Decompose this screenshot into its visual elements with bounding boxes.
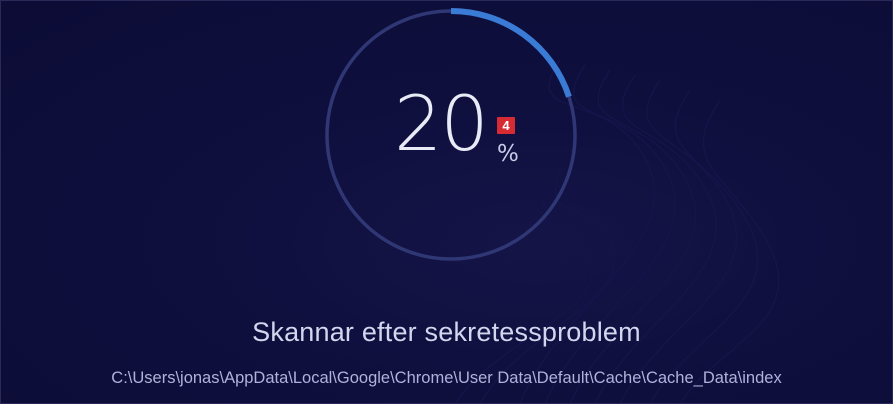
progress-percent-value: 20 [394, 79, 489, 168]
progress-readout: 20 4 % [316, 0, 586, 270]
scan-status-title: Skannar efter sekretessproblem [252, 317, 641, 347]
issues-count-badge: 4 [497, 117, 515, 134]
current-scan-path: C:\Users\jonas\AppData\Local\Google\Chro… [111, 369, 782, 387]
percent-symbol: % [497, 141, 519, 167]
scan-screen: 20 4 % Skannar efter sekretessproblem C:… [0, 0, 893, 404]
